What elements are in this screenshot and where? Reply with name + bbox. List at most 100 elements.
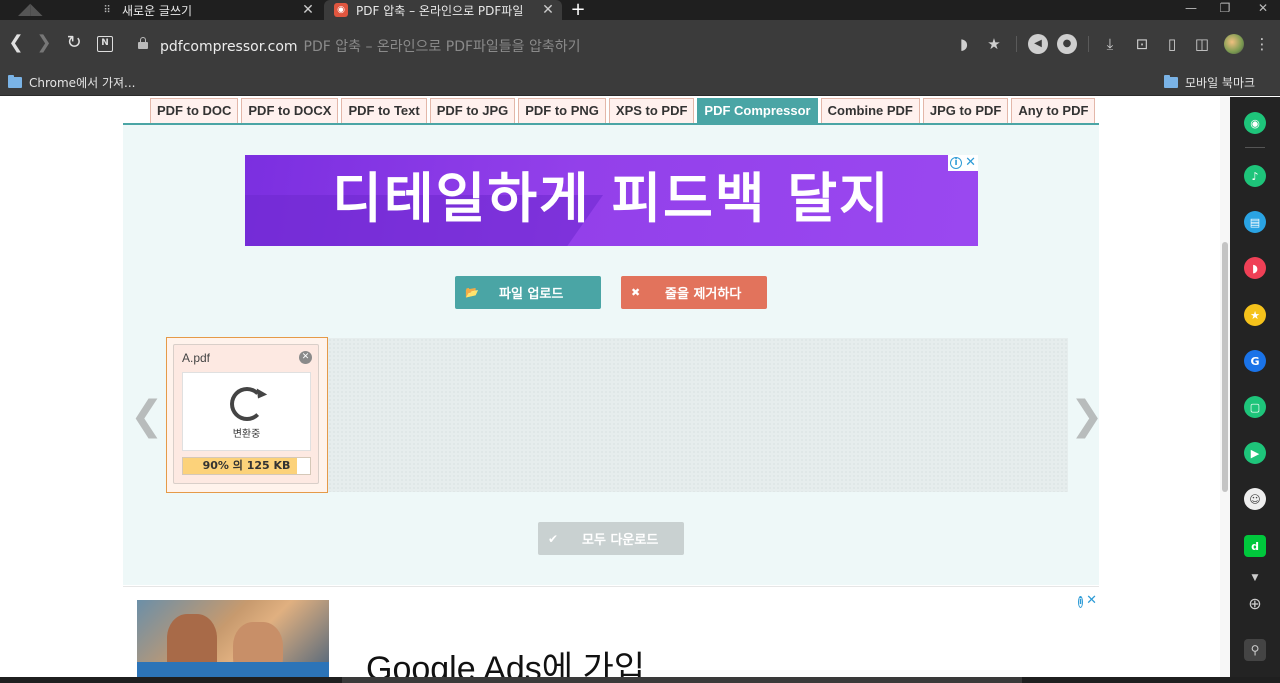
nav-pdf-to-jpg[interactable]: PDF to JPG: [429, 98, 516, 124]
sidebar-toggle-icon[interactable]: ◫: [1192, 34, 1212, 54]
close-tab-icon[interactable]: ✕: [540, 2, 556, 18]
clear-queue-button[interactable]: ✖ 줄을 제거하다: [621, 276, 767, 309]
bookmark-label: 모바일 북마크: [1185, 75, 1256, 90]
bookmark-folder-mobile[interactable]: 모바일 북마크: [1164, 73, 1255, 91]
dict-icon[interactable]: d: [1244, 535, 1266, 557]
profile-avatar[interactable]: [1224, 34, 1244, 54]
chevron-down-icon[interactable]: ▼: [1244, 567, 1266, 589]
scrollbar-thumb[interactable]: [1222, 242, 1228, 492]
address-bar[interactable]: pdfcompressor.com PDF 압축 – 온라인으로 PDF파일들을 …: [128, 28, 938, 60]
close-window-icon[interactable]: ✕: [1248, 0, 1278, 20]
tab-pdf-compressor[interactable]: ◉ PDF 압축 – 온라인으로 PDF파일 ✕: [324, 0, 562, 20]
ad-choices[interactable]: i ✕: [948, 155, 978, 171]
reader-icon[interactable]: ▯: [1162, 34, 1182, 54]
memo-icon[interactable]: ▢: [1244, 396, 1266, 418]
add-icon[interactable]: ⊕: [1244, 593, 1266, 615]
folder-open-icon: 📂: [465, 286, 479, 299]
refresh-icon: [230, 387, 264, 421]
conversion-status: 변환중: [232, 429, 261, 440]
page-favicon-icon: ⠿: [103, 4, 111, 16]
remove-file-icon[interactable]: ✕: [299, 351, 312, 364]
close-ad-icon[interactable]: ✕: [965, 156, 976, 169]
play-icon[interactable]: ▶: [1244, 442, 1266, 464]
translate-icon[interactable]: G: [1244, 350, 1266, 372]
close-icon: ✖: [631, 286, 641, 299]
nav-pdf-compressor[interactable]: PDF Compressor: [697, 98, 818, 124]
progress-bar: 90% 의 125 KB: [182, 457, 311, 475]
share-extension-icon[interactable]: ◀: [1028, 34, 1048, 54]
pocket-icon[interactable]: ◗: [1244, 257, 1266, 279]
nav-pdf-to-docx[interactable]: PDF to DOCX: [241, 98, 339, 124]
browser-logo: ◢◣: [18, 0, 43, 18]
folder-icon: [8, 74, 22, 88]
bookmarks-bar: Chrome에서 가져... 모바일 북마크: [0, 68, 1280, 96]
tab-title: PDF 압축 – 온라인으로 PDF파일: [356, 3, 524, 18]
banner-text: 디테일하게 피드백 달지: [332, 167, 891, 230]
file-card[interactable]: A.pdf ✕ 변환중 90% 의 125 KB: [166, 337, 328, 493]
progress-text: 90% 의 125 KB: [202, 459, 291, 472]
chat-extension-icon[interactable]: ●: [1057, 34, 1077, 54]
pocket-icon[interactable]: ◗: [954, 34, 974, 54]
url-text[interactable]: pdfcompressor.com PDF 압축 – 온라인으로 PDF파일들을 …: [160, 36, 581, 56]
minimize-icon[interactable]: —: [1176, 0, 1206, 20]
clear-label: 줄을 제거하다: [665, 287, 742, 302]
lock-icon[interactable]: [138, 37, 148, 49]
nav-pdf-to-doc[interactable]: PDF to DOC: [150, 98, 239, 124]
tool-nav: PDF to DOC PDF to DOCX PDF to Text PDF t…: [150, 98, 1098, 124]
next-arrow-icon[interactable]: ❯: [1070, 393, 1104, 439]
download-icon[interactable]: ⤓: [1100, 34, 1120, 54]
nav-combine-pdf[interactable]: Combine PDF: [820, 98, 920, 124]
web-page: PDF to DOC PDF to DOCX PDF to Text PDF t…: [0, 97, 1220, 677]
favorites-icon[interactable]: ★: [1244, 304, 1266, 326]
screenshot-icon[interactable]: ⊡: [1132, 34, 1152, 54]
menu-icon[interactable]: ⋮: [1252, 34, 1272, 54]
maximize-icon[interactable]: ❐: [1210, 0, 1240, 20]
close-ad-icon[interactable]: ✕: [1086, 593, 1097, 608]
nav-pdf-to-text[interactable]: PDF to Text: [341, 98, 427, 124]
upload-button[interactable]: 📂 파일 업로드: [455, 276, 601, 309]
close-tab-icon[interactable]: ✕: [300, 2, 316, 18]
file-queue: [328, 338, 1068, 492]
toolbar-divider: [1016, 36, 1017, 52]
info-icon[interactable]: i: [950, 157, 963, 169]
upload-label: 파일 업로드: [499, 287, 564, 302]
download-all-button[interactable]: ✔ 모두 다운로드: [538, 522, 684, 555]
page-scrollbar[interactable]: [1220, 97, 1230, 677]
notification-icon[interactable]: ♪: [1244, 165, 1266, 187]
pin-icon[interactable]: ⚲: [1244, 639, 1266, 661]
nav-xps-to-pdf[interactable]: XPS to PDF: [608, 98, 695, 124]
side-panel: ◉ ♪ ▤ ◗ ★ G ▢ ▶ ☺ d ▼ ⊕ ⚲: [1230, 97, 1280, 677]
calendar-icon[interactable]: ▤: [1244, 211, 1266, 233]
whale-space-icon[interactable]: ◉: [1244, 112, 1266, 134]
back-arrow-icon[interactable]: ❮: [4, 32, 28, 56]
nav-any-to-pdf[interactable]: Any to PDF: [1011, 98, 1096, 124]
reload-icon[interactable]: ↻: [62, 32, 86, 56]
nav-jpg-to-pdf[interactable]: JPG to PDF: [922, 98, 1009, 124]
tab-new-post[interactable]: ⠿ 새로운 글쓰기 ✕: [90, 0, 322, 20]
prev-arrow-icon[interactable]: ❮: [130, 393, 164, 439]
bookmark-folder-imported[interactable]: Chrome에서 가져...: [8, 73, 136, 91]
notion-icon[interactable]: N: [97, 36, 113, 52]
side-panel-divider: [1245, 147, 1265, 148]
toolbar-divider: [1088, 36, 1089, 52]
google-ads-banner[interactable]: Google Ads에 가입 i ✕: [123, 586, 1099, 677]
papago-icon[interactable]: ☺: [1244, 488, 1266, 510]
url-domain: pdfcompressor.com: [160, 39, 298, 55]
ad-photo: [137, 600, 329, 677]
ad-banner[interactable]: 디테일하게 피드백 달지 i ✕: [245, 155, 978, 246]
folder-icon: [1164, 74, 1178, 88]
bookmark-label: Chrome에서 가져...: [29, 75, 136, 90]
star-icon[interactable]: ★: [984, 34, 1004, 54]
page-title-in-omnibox: PDF 압축 – 온라인으로 PDF파일들을 압축하기: [303, 39, 581, 55]
browser-toolbar: ❮ ❯ ↻ N pdfcompressor.com PDF 압축 – 온라인으로 …: [0, 20, 1280, 68]
new-tab-button[interactable]: +: [568, 0, 588, 20]
ad-choices[interactable]: i ✕: [1078, 589, 1097, 608]
file-card-body: A.pdf ✕ 변환중 90% 의 125 KB: [173, 344, 319, 484]
info-icon[interactable]: i: [1078, 596, 1084, 608]
forward-arrow-icon[interactable]: ❯: [32, 32, 56, 56]
download-all-label: 모두 다운로드: [582, 533, 659, 548]
file-name: A.pdf: [182, 351, 211, 365]
ad-headline: Google Ads에 가입: [366, 650, 646, 677]
nav-pdf-to-png[interactable]: PDF to PNG: [518, 98, 606, 124]
pdf-favicon-icon: ◉: [334, 3, 348, 17]
